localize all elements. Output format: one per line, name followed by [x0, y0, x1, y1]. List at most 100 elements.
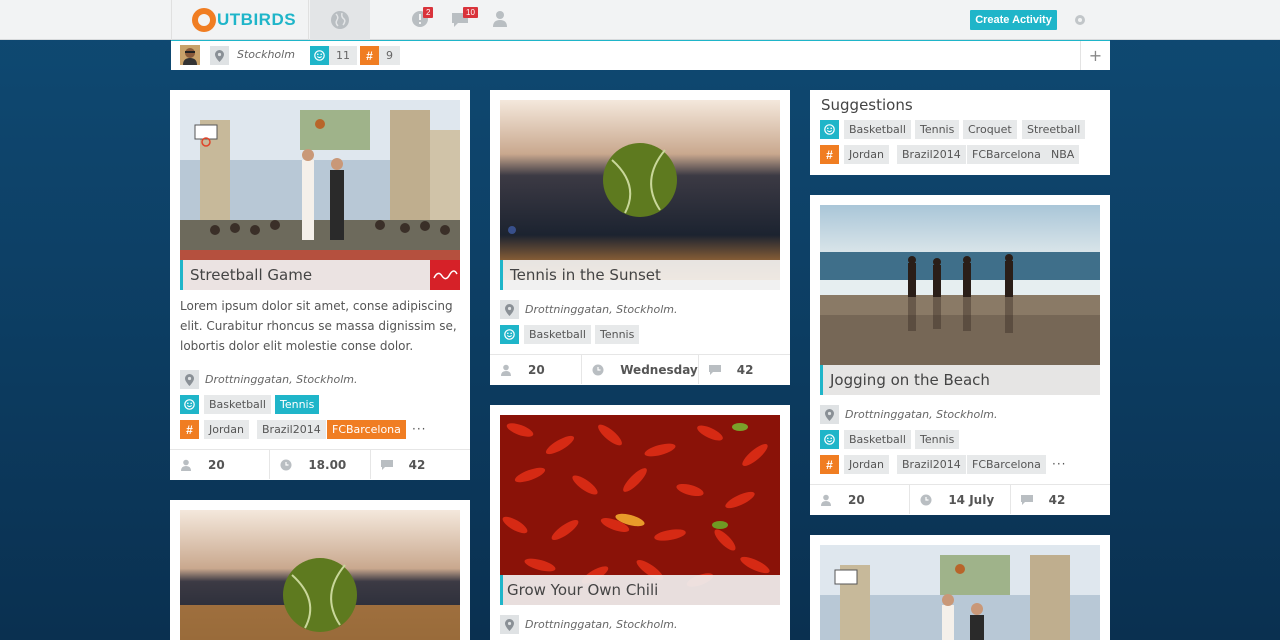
tennis-image [180, 510, 460, 640]
suggested-interest[interactable]: Croquet [963, 120, 1017, 139]
card-footer: 20 14 July 42 [810, 484, 1110, 514]
more-tags-button[interactable]: ··· [1052, 457, 1066, 471]
hashtag-tag[interactable]: FCBarcelona [327, 420, 406, 439]
card-location: Drottninggatan, Stockholm. [525, 303, 678, 316]
hashtag-tag[interactable]: Brazil2014 [897, 455, 966, 474]
smile-icon [180, 395, 199, 414]
card-location: Drottninggatan, Stockholm. [525, 618, 678, 631]
participants-count: 20 [848, 492, 865, 507]
comment-icon [1020, 494, 1033, 505]
user-icon [501, 364, 511, 376]
comments-count: 42 [408, 457, 426, 472]
participants-stat[interactable]: 20 [810, 485, 911, 514]
participants-stat[interactable]: 20 [170, 450, 271, 479]
location-pin-icon [500, 300, 519, 319]
hashtag-tag[interactable]: Jordan [844, 455, 889, 474]
suggestions-title: Suggestions [821, 96, 913, 114]
hashtag-tag[interactable]: Brazil2014 [257, 420, 326, 439]
more-tags-button[interactable]: ··· [412, 422, 426, 436]
card-footer: 20 Wednesday 42 [490, 354, 790, 384]
clock-icon [920, 494, 932, 505]
smile-icon [820, 120, 839, 139]
suggested-tag[interactable]: Jordan [844, 145, 889, 164]
hashtag-tag[interactable]: Jordan [204, 420, 249, 439]
interest-tag[interactable]: Basketball [204, 395, 271, 414]
interest-tag[interactable]: Tennis [915, 430, 960, 449]
time-value: 14 July [948, 492, 995, 507]
comments-stat[interactable]: 42 [371, 450, 470, 479]
suggestions-panel: Suggestions Basketball Tennis Croquet St… [810, 90, 1110, 175]
time-value: Wednesday [620, 362, 698, 377]
location-text[interactable]: Stockholm [237, 48, 295, 61]
globe-icon [331, 11, 349, 29]
suggested-tag[interactable]: Brazil2014 [897, 145, 966, 164]
card-title[interactable]: Streetball Game [180, 260, 460, 290]
time-stat: Wednesday [582, 355, 699, 384]
logo[interactable]: UTBIRDS [171, 0, 309, 40]
time-value: 18.00 [308, 457, 347, 472]
activity-card-streetball-2[interactable] [810, 535, 1110, 640]
activity-card-tennis[interactable]: Tennis in the Sunset Drottninggatan, Sto… [490, 90, 790, 385]
interest-tag[interactable]: Basketball [524, 325, 591, 344]
card-location: Drottninggatan, Stockholm. [845, 408, 998, 421]
user-icon [821, 494, 831, 506]
tennis-image [500, 100, 780, 280]
hashtag-icon: # [180, 420, 199, 439]
comments-count: 42 [1048, 492, 1066, 507]
user-icon [181, 459, 191, 471]
hashtag-icon[interactable]: # [360, 46, 379, 65]
avatar[interactable] [180, 45, 200, 65]
streetball-image [820, 545, 1100, 640]
hashtag-icon: # [820, 145, 839, 164]
suggested-tag[interactable]: FCBarcelona [967, 145, 1046, 164]
globe-tab[interactable] [310, 0, 370, 40]
profile-button[interactable] [491, 10, 511, 30]
messages-button[interactable]: 10 [451, 7, 478, 30]
interest-tag[interactable]: Basketball [844, 430, 911, 449]
card-title[interactable]: Jogging on the Beach [820, 365, 1100, 395]
hashtag-tag[interactable]: FCBarcelona [967, 455, 1046, 474]
location-pin-icon [180, 370, 199, 389]
alerts-badge: 2 [423, 7, 434, 18]
participants-count: 20 [528, 362, 545, 377]
activity-card-jogging[interactable]: Jogging on the Beach Drottninggatan, Sto… [810, 195, 1110, 515]
card-location: Drottninggatan, Stockholm. [205, 373, 358, 386]
clock-icon [280, 459, 292, 470]
gear-icon[interactable] [1074, 14, 1086, 26]
smile-icon [500, 325, 519, 344]
alerts-button[interactable]: 2 [411, 7, 434, 30]
add-filter-button[interactable]: + [1080, 41, 1110, 70]
clock-icon [592, 364, 604, 375]
suggested-interest[interactable]: Streetball [1022, 120, 1086, 139]
smile-icon [820, 430, 839, 449]
comments-count: 42 [736, 362, 754, 377]
sponsor-logo [430, 260, 460, 290]
tags-count: 9 [379, 46, 400, 65]
card-title[interactable]: Tennis in the Sunset [500, 260, 780, 290]
interests-count: 11 [329, 46, 357, 65]
activity-card-tennis-2[interactable] [170, 500, 470, 640]
suggested-interest[interactable]: Tennis [915, 120, 960, 139]
suggested-tag[interactable]: NBA [1046, 145, 1080, 164]
hashtag-icon: # [820, 455, 839, 474]
filter-bar: Stockholm 11 # 9 + [171, 40, 1110, 70]
participants-stat[interactable]: 20 [490, 355, 583, 384]
interest-tag[interactable]: Tennis [595, 325, 640, 344]
top-navbar: UTBIRDS 2 10 Create Activity [0, 0, 1280, 40]
activity-card-streetball[interactable]: Streetball Game Lorem ipsum dolor sit am… [170, 90, 470, 480]
comments-stat[interactable]: 42 [699, 355, 790, 384]
logo-bird-icon [192, 8, 216, 32]
create-activity-button[interactable]: Create Activity [970, 10, 1057, 30]
location-pin-icon [210, 46, 229, 65]
logo-text: UTBIRDS [217, 10, 297, 29]
card-title[interactable]: Grow Your Own Chili [500, 575, 780, 605]
suggested-interest[interactable]: Basketball [844, 120, 911, 139]
plus-icon: + [1088, 46, 1103, 65]
comment-icon [380, 459, 393, 470]
activity-card-chili[interactable]: Grow Your Own Chili Drottninggatan, Stoc… [490, 405, 790, 640]
smile-icon[interactable] [310, 46, 329, 65]
time-stat: 18.00 [270, 450, 371, 479]
interest-tag[interactable]: Tennis [275, 395, 320, 414]
messages-badge: 10 [463, 7, 478, 18]
comments-stat[interactable]: 42 [1011, 485, 1110, 514]
